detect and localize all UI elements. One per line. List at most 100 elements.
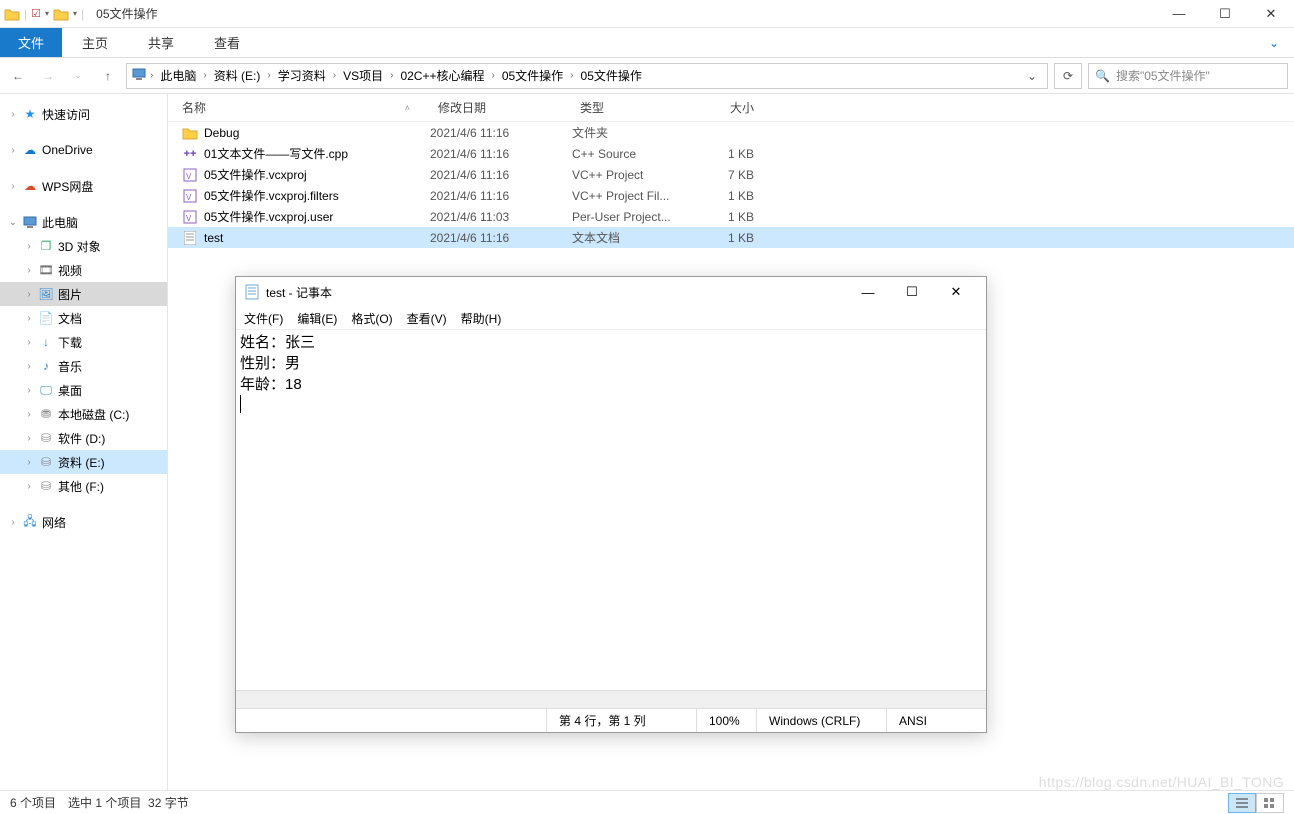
- chevron-right-icon[interactable]: ›: [202, 70, 207, 81]
- search-box[interactable]: 🔍 搜索"05文件操作": [1088, 63, 1288, 89]
- chevron-right-icon[interactable]: ›: [490, 70, 495, 81]
- back-button[interactable]: ←: [6, 64, 30, 88]
- sidebar-videos[interactable]: ›🎞视频: [0, 258, 167, 282]
- file-name: 05文件操作.vcxproj: [204, 166, 307, 183]
- sidebar-this-pc[interactable]: ⌄此电脑: [0, 210, 167, 234]
- tab-share[interactable]: 共享: [128, 28, 194, 57]
- tab-file[interactable]: 文件: [0, 28, 62, 57]
- file-size: 1 KB: [692, 231, 762, 245]
- status-bar: 6 个项目 选中 1 个项目 32 字节: [0, 790, 1294, 814]
- sidebar-wps[interactable]: ›☁WPS网盘: [0, 174, 167, 198]
- file-row[interactable]: ++01文本文件——写文件.cpp2021/4/6 11:16C++ Sourc…: [168, 143, 1294, 164]
- notepad-titlebar[interactable]: test - 记事本 — ☐ ✕: [236, 277, 986, 307]
- qat-check-icon[interactable]: ☑: [31, 7, 41, 20]
- col-name[interactable]: 名称˄: [168, 99, 430, 116]
- minimize-button[interactable]: —: [1156, 0, 1202, 28]
- crumb-1[interactable]: 资料 (E:): [210, 67, 265, 84]
- pc-icon: [22, 214, 38, 230]
- crumb-0[interactable]: 此电脑: [156, 67, 200, 84]
- col-size[interactable]: 大小: [692, 99, 762, 116]
- file-name: 05文件操作.vcxproj.user: [204, 208, 333, 225]
- file-icon: [182, 125, 198, 141]
- file-row[interactable]: V05文件操作.vcxproj.filters2021/4/6 11:16VC+…: [168, 185, 1294, 206]
- notepad-window[interactable]: test - 记事本 — ☐ ✕ 文件(F) 编辑(E) 格式(O) 查看(V)…: [235, 276, 987, 733]
- chevron-right-icon[interactable]: ›: [569, 70, 574, 81]
- notepad-scrollbar-horizontal[interactable]: [236, 690, 986, 708]
- sidebar-3d-objects[interactable]: ›❒3D 对象: [0, 234, 167, 258]
- file-row[interactable]: Debug2021/4/6 11:16文件夹: [168, 122, 1294, 143]
- file-size: 1 KB: [692, 147, 762, 161]
- menu-file[interactable]: 文件(F): [244, 310, 283, 327]
- breadcrumb[interactable]: › 此电脑 › 资料 (E:) › 学习资料 › VS项目 › 02C++核心编…: [126, 63, 1048, 89]
- notepad-minimize-button[interactable]: —: [846, 278, 890, 306]
- explorer-titlebar: | ☑ ▾ ▾ | 05文件操作 — ☐ ✕: [0, 0, 1294, 28]
- watermark: https://blog.csdn.net/HUAI_BI_TONG: [1039, 774, 1284, 790]
- details-view-button[interactable]: [1228, 793, 1256, 813]
- picture-icon: 🖼: [38, 286, 54, 302]
- notepad-close-button[interactable]: ✕: [934, 278, 978, 306]
- file-row[interactable]: V05文件操作.vcxproj2021/4/6 11:16VC++ Projec…: [168, 164, 1294, 185]
- sidebar-desktop[interactable]: ›🖵桌面: [0, 378, 167, 402]
- sidebar-music[interactable]: ›♪音乐: [0, 354, 167, 378]
- recent-dropdown-icon[interactable]: ⌄: [66, 64, 90, 88]
- file-date: 2021/4/6 11:16: [430, 231, 572, 245]
- cloud-icon: ☁: [22, 178, 38, 194]
- sidebar-documents[interactable]: ›📄文档: [0, 306, 167, 330]
- crumb-5[interactable]: 05文件操作: [498, 67, 567, 84]
- qat-dropdown-icon[interactable]: ▾: [45, 9, 49, 18]
- sidebar-quick-access[interactable]: ›★快速访问: [0, 102, 167, 126]
- file-type: VC++ Project Fil...: [572, 189, 692, 203]
- qat-folder-icon[interactable]: [53, 7, 69, 21]
- menu-format[interactable]: 格式(O): [351, 310, 392, 327]
- col-type[interactable]: 类型: [572, 99, 692, 116]
- menu-edit[interactable]: 编辑(E): [297, 310, 337, 327]
- file-icon: V: [182, 209, 198, 225]
- chevron-right-icon[interactable]: ›: [266, 70, 271, 81]
- close-button[interactable]: ✕: [1248, 0, 1294, 28]
- ribbon-expand-icon[interactable]: ⌄: [1254, 28, 1294, 57]
- tab-view[interactable]: 查看: [194, 28, 260, 57]
- text-cursor: [240, 395, 241, 413]
- refresh-button[interactable]: ⟳: [1054, 63, 1082, 89]
- file-row[interactable]: test2021/4/6 11:16文本文档1 KB: [168, 227, 1294, 248]
- sidebar-drive-f[interactable]: ›⛁其他 (F:): [0, 474, 167, 498]
- notepad-maximize-button[interactable]: ☐: [890, 278, 934, 306]
- col-date[interactable]: 修改日期: [430, 99, 572, 116]
- sidebar-drive-d[interactable]: ›⛁软件 (D:): [0, 426, 167, 450]
- maximize-button[interactable]: ☐: [1202, 0, 1248, 28]
- svg-text:V: V: [186, 214, 192, 223]
- sidebar-drive-c[interactable]: ›⛃本地磁盘 (C:): [0, 402, 167, 426]
- breadcrumb-dropdown-icon[interactable]: ⌄: [1021, 69, 1043, 83]
- tab-home[interactable]: 主页: [62, 28, 128, 57]
- chevron-right-icon[interactable]: ›: [149, 70, 154, 81]
- file-icon: [182, 230, 198, 246]
- forward-button[interactable]: →: [36, 64, 60, 88]
- notepad-textarea[interactable]: 姓名：张三 性别：男 年龄：18: [236, 329, 986, 690]
- file-rows: Debug2021/4/6 11:16文件夹++01文本文件——写文件.cpp2…: [168, 122, 1294, 248]
- sidebar-drive-e[interactable]: ›⛁资料 (E:): [0, 450, 167, 474]
- sidebar-label: 下载: [58, 334, 82, 351]
- file-type: C++ Source: [572, 147, 692, 161]
- menu-view[interactable]: 查看(V): [407, 310, 447, 327]
- column-headers: 名称˄ 修改日期 类型 大小: [168, 94, 1294, 122]
- chevron-right-icon[interactable]: ›: [389, 70, 394, 81]
- cube-icon: ❒: [38, 238, 54, 254]
- sidebar-pictures[interactable]: ›🖼图片: [0, 282, 167, 306]
- qat-dropdown-2-icon[interactable]: ▾: [73, 9, 77, 18]
- folder-icon: [4, 7, 20, 21]
- crumb-4[interactable]: 02C++核心编程: [396, 67, 488, 84]
- menu-help[interactable]: 帮助(H): [461, 310, 502, 327]
- crumb-6[interactable]: 05文件操作: [577, 67, 646, 84]
- crumb-2[interactable]: 学习资料: [274, 67, 330, 84]
- up-button[interactable]: ↑: [96, 64, 120, 88]
- file-date: 2021/4/6 11:16: [430, 168, 572, 182]
- sidebar-downloads[interactable]: ›↓下载: [0, 330, 167, 354]
- file-type: Per-User Project...: [572, 210, 692, 224]
- sidebar-onedrive[interactable]: ›☁OneDrive: [0, 138, 167, 162]
- icons-view-button[interactable]: [1256, 793, 1284, 813]
- crumb-3[interactable]: VS项目: [339, 67, 387, 84]
- file-row[interactable]: V05文件操作.vcxproj.user2021/4/6 11:03Per-Us…: [168, 206, 1294, 227]
- drive-icon: ⛃: [38, 406, 54, 422]
- sidebar-network[interactable]: ›🖧网络: [0, 510, 167, 534]
- chevron-right-icon[interactable]: ›: [332, 70, 337, 81]
